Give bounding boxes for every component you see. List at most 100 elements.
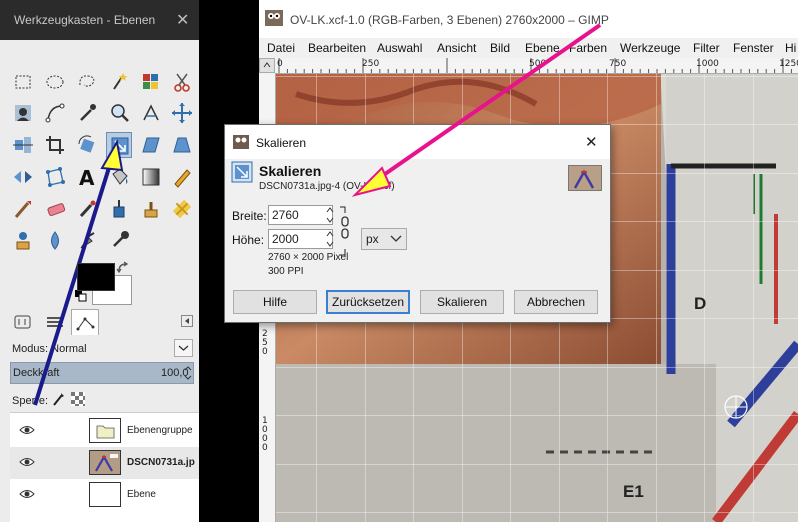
scissors-select-icon[interactable] bbox=[169, 69, 195, 95]
zoom-icon[interactable] bbox=[106, 100, 132, 126]
menu-auswahl[interactable]: Auswahl bbox=[377, 41, 422, 55]
ink-icon[interactable] bbox=[106, 196, 132, 222]
lock-alpha-icon[interactable] bbox=[71, 392, 85, 409]
shear-icon[interactable] bbox=[138, 132, 164, 158]
menu-hilfe[interactable]: Hi bbox=[785, 41, 796, 55]
scale-icon bbox=[231, 161, 253, 183]
ellipse-select-icon[interactable] bbox=[42, 69, 68, 95]
default-colors-icon[interactable] bbox=[74, 289, 88, 306]
pencil-icon[interactable] bbox=[169, 164, 195, 190]
layer-row[interactable]: Ebene bbox=[10, 479, 199, 511]
canvas-letter-e1: E1 bbox=[623, 482, 644, 501]
dialog-close-icon[interactable]: ✕ bbox=[585, 133, 598, 151]
mode-dropdown[interactable] bbox=[174, 339, 193, 357]
tab-paths[interactable] bbox=[71, 309, 99, 335]
perspective-icon[interactable] bbox=[169, 132, 195, 158]
smudge-icon[interactable] bbox=[74, 228, 100, 254]
menu-datei[interactable]: Datei bbox=[267, 41, 295, 55]
menu-werkzeuge[interactable]: Werkzeuge bbox=[620, 41, 680, 55]
bucket-fill-icon[interactable] bbox=[106, 164, 132, 190]
foreground-select-icon[interactable] bbox=[10, 100, 36, 126]
opacity-slider[interactable]: Deckkraft 100,0 bbox=[10, 362, 194, 384]
menu-bild[interactable]: Bild bbox=[490, 41, 510, 55]
paths-icon[interactable] bbox=[42, 100, 68, 126]
layer-thumbnail bbox=[89, 450, 121, 475]
dialog-subheading: DSCN0731a.jpg-4 (OV-LK.xcf) bbox=[259, 181, 395, 192]
fuzzy-select-icon[interactable] bbox=[106, 69, 132, 95]
ruler-label: 0 bbox=[277, 59, 283, 69]
menu-ebene[interactable]: Ebene bbox=[525, 41, 560, 55]
measure-icon[interactable] bbox=[138, 100, 164, 126]
gimp-dialog-icon bbox=[233, 135, 249, 152]
layers-list: Ebenengruppe DSCN0731a.jp Ebene bbox=[10, 412, 199, 522]
toolbox-title: Werkzeugkasten - Ebenen bbox=[14, 13, 156, 27]
visibility-eye-icon[interactable] bbox=[19, 456, 35, 471]
height-spin-buttons[interactable] bbox=[325, 229, 335, 249]
visibility-eye-icon[interactable] bbox=[19, 424, 35, 439]
ruler-label: 750 bbox=[609, 59, 627, 69]
layer-row[interactable]: Ebenengruppe bbox=[10, 415, 199, 447]
airbrush-icon[interactable] bbox=[74, 196, 100, 222]
color-picker-icon[interactable] bbox=[74, 100, 100, 126]
toolbox-window: Werkzeugkasten - Ebenen ✕ A Modus: Norma… bbox=[0, 0, 199, 522]
dock-menu-icon[interactable] bbox=[181, 315, 193, 327]
visibility-eye-icon[interactable] bbox=[19, 488, 35, 503]
help-button[interactable]: Hilfe bbox=[233, 290, 317, 314]
tab-layers[interactable] bbox=[41, 309, 69, 335]
dialog-titlebar: Skalieren ✕ bbox=[225, 125, 610, 159]
lock-pixels-icon[interactable] bbox=[51, 391, 67, 410]
blend-icon[interactable] bbox=[138, 164, 164, 190]
width-spin-buttons[interactable] bbox=[325, 205, 335, 225]
heal-icon[interactable] bbox=[169, 196, 195, 222]
blur-icon[interactable] bbox=[42, 228, 68, 254]
crop-icon[interactable] bbox=[42, 132, 68, 158]
image-window-titlebar: OV-LK.xcf-1.0 (RGB-Farben, 3 Ebenen) 276… bbox=[259, 0, 798, 38]
opacity-spin-buttons[interactable] bbox=[183, 364, 193, 382]
size-info: 2760 × 2000 Pixel bbox=[268, 252, 349, 263]
scale-icon[interactable] bbox=[106, 132, 132, 158]
menubar: Datei Bearbeiten Auswahl Ansicht Bild Eb… bbox=[259, 38, 798, 58]
layer-name[interactable]: DSCN0731a.jp bbox=[127, 457, 195, 468]
layer-name[interactable]: Ebene bbox=[127, 489, 156, 500]
unit-dropdown[interactable]: px bbox=[361, 228, 407, 250]
eraser-icon[interactable] bbox=[42, 196, 68, 222]
mode-label: Modus: Normal bbox=[12, 343, 87, 355]
swap-colors-icon[interactable] bbox=[116, 261, 130, 278]
chain-link-icon[interactable] bbox=[338, 203, 352, 259]
rotate-icon[interactable] bbox=[74, 132, 100, 158]
ruler-label: 250 bbox=[262, 329, 268, 357]
perspective-clone-icon[interactable] bbox=[10, 228, 36, 254]
layer-name[interactable]: Ebenengruppe bbox=[127, 425, 193, 436]
rect-select-icon[interactable] bbox=[10, 69, 36, 95]
flip-icon[interactable] bbox=[10, 164, 36, 190]
paintbrush-icon[interactable] bbox=[10, 196, 36, 222]
cage-transform-icon[interactable] bbox=[42, 164, 68, 190]
tab-tool-options[interactable] bbox=[9, 309, 37, 335]
clone-icon[interactable] bbox=[138, 196, 164, 222]
text-icon[interactable]: A bbox=[74, 164, 100, 190]
layer-row[interactable]: DSCN0731a.jp bbox=[10, 447, 199, 479]
color-select-icon[interactable] bbox=[138, 69, 164, 95]
move-icon[interactable] bbox=[169, 100, 195, 126]
menu-ansicht[interactable]: Ansicht bbox=[437, 41, 476, 55]
align-icon[interactable] bbox=[10, 132, 36, 158]
menu-filter[interactable]: Filter bbox=[693, 41, 720, 55]
menu-farben[interactable]: Farben bbox=[569, 41, 607, 55]
scale-button[interactable]: Skalieren bbox=[420, 290, 504, 314]
foreground-color-swatch[interactable] bbox=[77, 263, 115, 291]
height-input[interactable]: 2000 bbox=[268, 229, 333, 249]
gimp-logo-icon bbox=[265, 10, 283, 26]
ruler-corner[interactable] bbox=[259, 58, 275, 73]
width-input[interactable]: 2760 bbox=[268, 205, 333, 225]
cancel-button[interactable]: Abbrechen bbox=[514, 290, 598, 314]
menu-bearbeiten[interactable]: Bearbeiten bbox=[308, 41, 366, 55]
reset-button[interactable]: Zurücksetzen bbox=[326, 290, 410, 314]
layer-preview-thumbnail bbox=[568, 165, 602, 191]
toolbox-close-icon[interactable]: ✕ bbox=[176, 10, 189, 29]
menu-fenster[interactable]: Fenster bbox=[733, 41, 774, 55]
free-select-icon[interactable] bbox=[74, 69, 100, 95]
dodge-burn-icon[interactable] bbox=[106, 228, 132, 254]
height-label: Höhe: bbox=[232, 233, 265, 247]
image-window-title: OV-LK.xcf-1.0 (RGB-Farben, 3 Ebenen) 276… bbox=[290, 13, 609, 27]
horizontal-ruler[interactable]: 0 250 500 750 1000 1250 bbox=[275, 58, 798, 74]
